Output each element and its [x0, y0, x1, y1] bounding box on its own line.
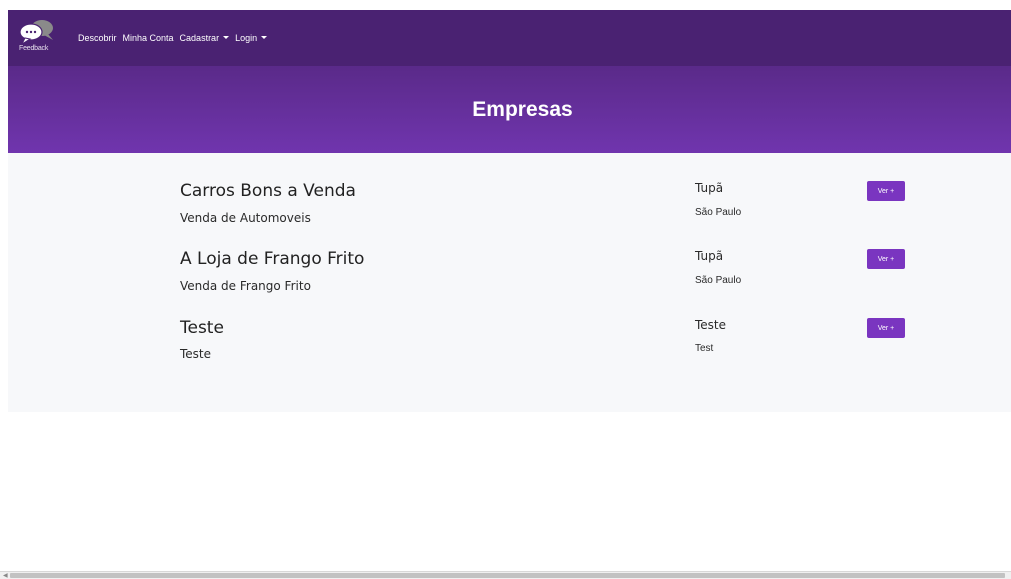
company-item: Teste Teste Teste Test Ver +: [8, 318, 1011, 378]
speech-bubbles-icon: [19, 20, 53, 46]
hero-banner: Empresas: [8, 66, 1011, 153]
nav-link-label: Descobrir: [78, 33, 117, 43]
company-description: Teste: [180, 347, 212, 361]
caret-down-icon: [223, 36, 230, 39]
nav-link-label: Login: [235, 33, 258, 43]
company-name: Teste: [180, 318, 224, 338]
company-state: São Paulo: [695, 275, 742, 286]
caret-down-icon: [261, 36, 268, 39]
feedback-logo[interactable]: Feedback: [18, 18, 60, 58]
company-state: Test: [695, 343, 714, 354]
company-city: Tupã: [695, 249, 724, 263]
company-description: Venda de Automoveis: [180, 211, 311, 225]
nav-link-label: Minha Conta: [122, 33, 174, 43]
company-name: A Loja de Frango Frito: [180, 249, 365, 269]
company-item: Carros Bons a Venda Venda de Automoveis …: [8, 181, 1011, 241]
ver-mais-button[interactable]: Ver +: [867, 318, 905, 338]
scrollbar-thumb[interactable]: [10, 573, 1005, 578]
company-description: Venda de Frango Frito: [180, 279, 311, 293]
navbar: Feedback Descobrir Minha Conta Cadastrar…: [8, 10, 1011, 66]
company-list: Carros Bons a Venda Venda de Automoveis …: [8, 153, 1011, 412]
company-city: Tupã: [695, 181, 724, 195]
nav-link-descobrir[interactable]: Descobrir: [78, 33, 117, 43]
nav-link-label: Cadastrar: [179, 33, 220, 43]
company-city: Teste: [695, 318, 727, 332]
company-name: Carros Bons a Venda: [180, 181, 356, 201]
horizontal-scrollbar[interactable]: ◀: [0, 571, 1011, 579]
company-state: São Paulo: [695, 207, 742, 218]
nav-dropdown-login[interactable]: Login: [235, 33, 268, 43]
nav-dropdown-cadastrar[interactable]: Cadastrar: [180, 33, 230, 43]
logo-text: Feedback: [19, 45, 49, 52]
ver-mais-button[interactable]: Ver +: [867, 249, 905, 269]
company-item: A Loja de Frango Frito Venda de Frango F…: [8, 249, 1011, 309]
page-title: Empresas: [472, 97, 573, 121]
ver-mais-button[interactable]: Ver +: [867, 181, 905, 201]
nav-link-minha-conta[interactable]: Minha Conta: [123, 33, 174, 43]
nav-links: Descobrir Minha Conta Cadastrar Login: [78, 33, 268, 43]
arrow-left-icon[interactable]: ◀: [3, 573, 8, 579]
